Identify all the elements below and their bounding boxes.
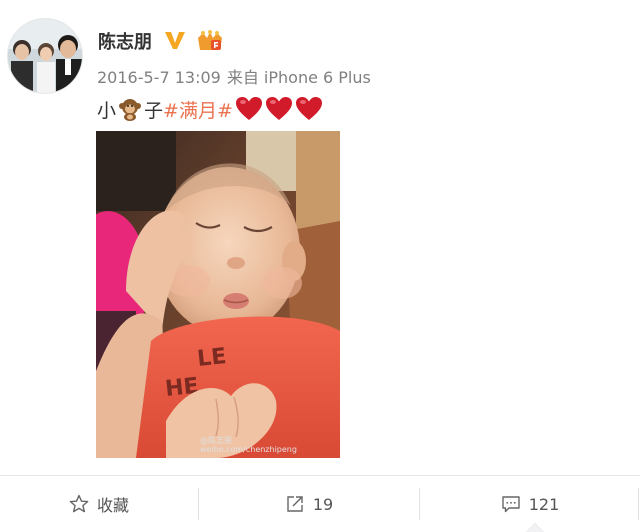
timestamp[interactable]: 2016-5-7 13:09: [97, 68, 221, 87]
post-content: 小 子 #满月#: [97, 95, 323, 123]
post-photo[interactable]: LE HE @陈志朋 weibo.com/chenzhipeng: [96, 131, 340, 458]
content-text-after: 子: [144, 99, 164, 122]
favorite-label: 收藏: [96, 496, 129, 515]
action-divider: [638, 488, 639, 520]
hashtag-link[interactable]: #满月#: [163, 96, 233, 123]
watermark-line-1: @陈志朋: [200, 436, 232, 445]
comment-icon: [502, 496, 520, 513]
monkey-emoji-icon: [119, 99, 142, 121]
comment-count: 121: [528, 494, 560, 514]
heart-emoji-icon: [265, 97, 292, 120]
favorite-button[interactable]: 收藏: [0, 476, 198, 532]
repost-icon: [287, 496, 303, 512]
content-text-before: 小: [97, 99, 117, 122]
photo-watermark: @陈志朋 weibo.com/chenzhipeng: [200, 436, 297, 454]
repost-button[interactable]: 19: [199, 476, 419, 532]
repost-count: 19: [312, 494, 334, 514]
action-bar: 收藏 19 121: [0, 475, 640, 532]
svg-text:LE: LE: [196, 344, 228, 372]
post-meta: 2016-5-7 13:09 来自 iPhone 6 Plus: [97, 64, 377, 88]
star-icon: [69, 494, 89, 513]
heart-emoji-icon: [235, 97, 262, 120]
username[interactable]: 陈志朋: [98, 28, 152, 54]
avatar-image: [8, 19, 82, 93]
weibo-post: 陈志朋 2016-5-7 13:09 来自 iPhone 6 Plus 小 子 #…: [0, 0, 640, 532]
baby-photo-image: LE HE: [96, 131, 340, 458]
member-crown-icon[interactable]: [196, 30, 224, 52]
heart-emoji-icon: [295, 97, 322, 120]
avatar[interactable]: [7, 18, 83, 94]
watermark-line-2: weibo.com/chenzhipeng: [200, 445, 297, 454]
post-source: 来自 iPhone 6 Plus: [226, 68, 371, 87]
verified-v-icon[interactable]: [163, 28, 187, 52]
